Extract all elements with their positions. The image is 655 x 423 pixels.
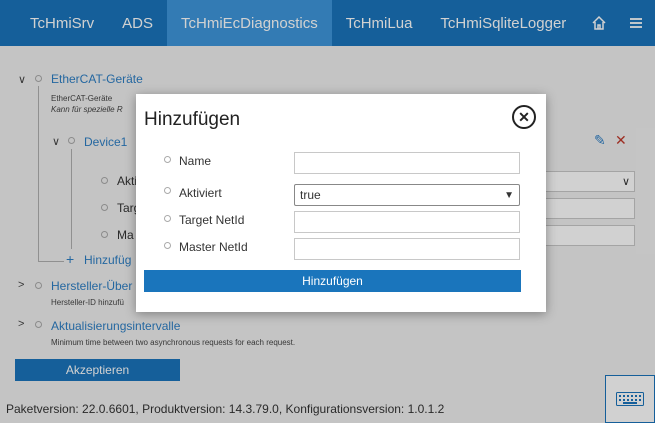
activated-select-value: true (300, 188, 321, 202)
field-label-name: Name (179, 154, 212, 168)
field-label-activated: Aktiviert (179, 186, 222, 200)
target-netid-field[interactable] (294, 211, 520, 233)
field-label-master-netid: Master NetId (179, 240, 248, 254)
field-bullet-icon (164, 187, 171, 194)
close-icon[interactable]: ✕ (512, 105, 536, 129)
field-bullet-icon (164, 156, 171, 163)
field-bullet-icon (164, 242, 171, 249)
dialog-title: Hinzufügen (144, 109, 241, 130)
master-netid-field[interactable] (294, 238, 520, 260)
chevron-down-icon: ▼ (504, 189, 514, 201)
add-submit-button[interactable]: Hinzufügen (144, 270, 521, 292)
name-input[interactable] (294, 152, 520, 174)
activated-select[interactable]: true ▼ (294, 184, 520, 206)
field-label-target-netid: Target NetId (179, 213, 245, 227)
field-bullet-icon (164, 215, 171, 222)
add-dialog: Hinzufügen ✕ Name Aktiviert true ▼ Targe… (136, 94, 546, 312)
